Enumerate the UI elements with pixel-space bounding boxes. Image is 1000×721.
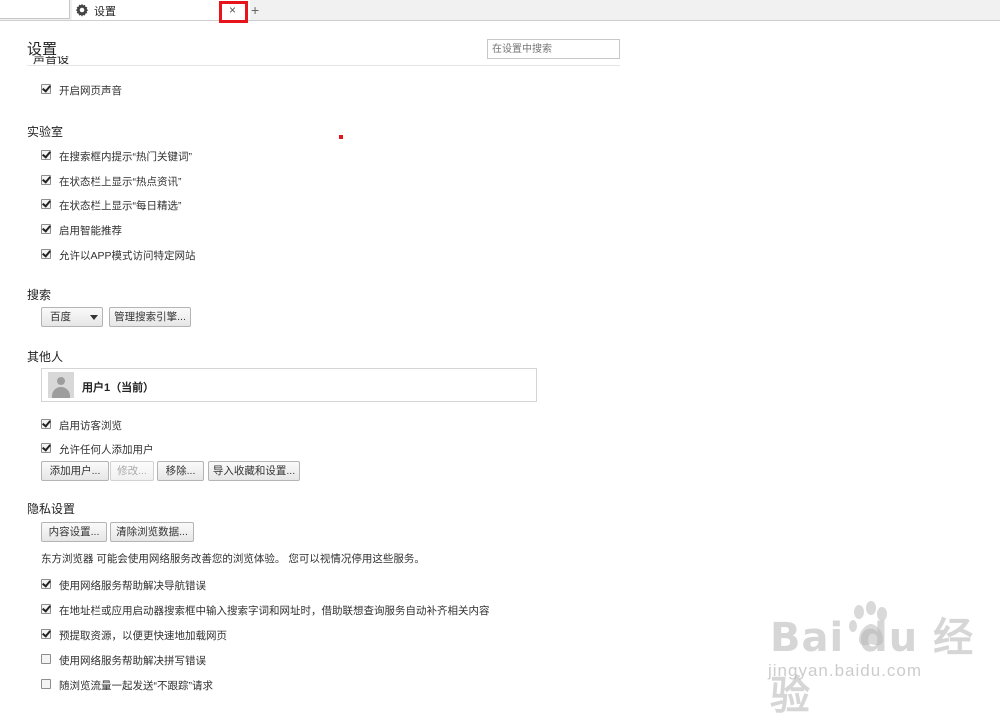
tab-previous[interactable] (0, 0, 70, 19)
paw-icon (849, 601, 887, 646)
dropdown-arrow-icon (90, 315, 98, 320)
checkbox-label: 使用网络服务帮助解决拼写错误 (59, 655, 206, 667)
search-engine-select[interactable]: 百度 (41, 307, 103, 327)
section-title-search: 搜索 (27, 288, 52, 302)
new-tab-icon[interactable]: + (251, 2, 259, 18)
tab-title: 设置 (94, 6, 116, 18)
search-engine-value: 百度 (50, 311, 71, 323)
checkbox-label: 预提取资源，以便更快速地加载网页 (59, 630, 227, 642)
section-title-privacy: 隐私设置 (27, 502, 76, 516)
clear-browsing-data-button[interactable]: 清除浏览数据... (110, 522, 194, 542)
tab-strip: 设置 × + (0, 0, 1000, 23)
checkbox-label: 随浏览流量一起发送“不跟踪”请求 (59, 680, 213, 692)
checkbox-app-mode[interactable] (41, 249, 51, 259)
checkbox-label: 允许以APP模式访问特定网站 (59, 250, 196, 262)
content-settings-button[interactable]: 内容设置... (41, 522, 107, 542)
red-marker (339, 135, 343, 139)
privacy-note: 东方浏览器 可能会使用网络服务改善您的浏览体验。 您可以视情况停用这些服务。 (41, 553, 425, 565)
search-input[interactable] (487, 39, 620, 59)
section-title-people: 其他人 (27, 350, 64, 364)
checkbox-prefetch[interactable] (41, 629, 51, 639)
section-title-lab: 实验室 (27, 125, 64, 139)
checkbox-label: 开启网页声音 (59, 85, 122, 97)
edit-user-button[interactable]: 修改... (110, 461, 154, 481)
checkbox-label: 在状态栏上显示“每日精选” (59, 200, 182, 212)
manage-search-engines-button[interactable]: 管理搜索引擎... (109, 307, 191, 327)
checkbox-label: 在地址栏或应用启动器搜索框中输入搜索字词和网址时，借助联想查询服务自动补齐相关内… (59, 605, 490, 617)
watermark-url: jingyan.baidu.com (768, 661, 923, 680)
remove-user-button[interactable]: 移除... (157, 461, 204, 481)
import-bookmarks-button[interactable]: 导入收藏和设置... (208, 461, 300, 481)
checkbox-daily-picks[interactable] (41, 199, 51, 209)
checkbox-spelling[interactable] (41, 654, 51, 664)
add-user-button[interactable]: 添加用户... (41, 461, 109, 481)
checkbox-anyone-add-user[interactable] (41, 443, 51, 453)
avatar (48, 372, 74, 398)
checkbox-label: 在搜索框内提示“热门关键词” (59, 151, 192, 163)
checkbox-nav-errors[interactable] (41, 579, 51, 589)
close-icon[interactable]: × (229, 2, 236, 18)
checkbox-label: 在状态栏上显示“热点资讯” (59, 176, 182, 188)
profile-list-item[interactable]: 用户1（当前） (41, 368, 537, 402)
checkbox-label: 允许任何人添加用户 (59, 444, 154, 456)
gear-icon (75, 3, 89, 17)
checkbox-label: 启用智能推荐 (59, 225, 122, 237)
checkbox-do-not-track[interactable] (41, 679, 51, 689)
checkbox-smart-recommend[interactable] (41, 224, 51, 234)
checkbox-label: 启用访客浏览 (59, 420, 122, 432)
checkbox-label: 使用网络服务帮助解决导航错误 (59, 580, 206, 592)
checkbox-web-sound[interactable] (41, 84, 51, 94)
checkbox-guest-browsing[interactable] (41, 419, 51, 429)
profile-name: 用户1（当前） (82, 382, 155, 394)
checkbox-hot-keywords[interactable] (41, 150, 51, 160)
checkbox-autocomplete[interactable] (41, 604, 51, 614)
checkbox-hot-news[interactable] (41, 175, 51, 185)
header-divider (27, 65, 620, 66)
sound-section-title-clipped: 声音设置 (33, 56, 70, 65)
